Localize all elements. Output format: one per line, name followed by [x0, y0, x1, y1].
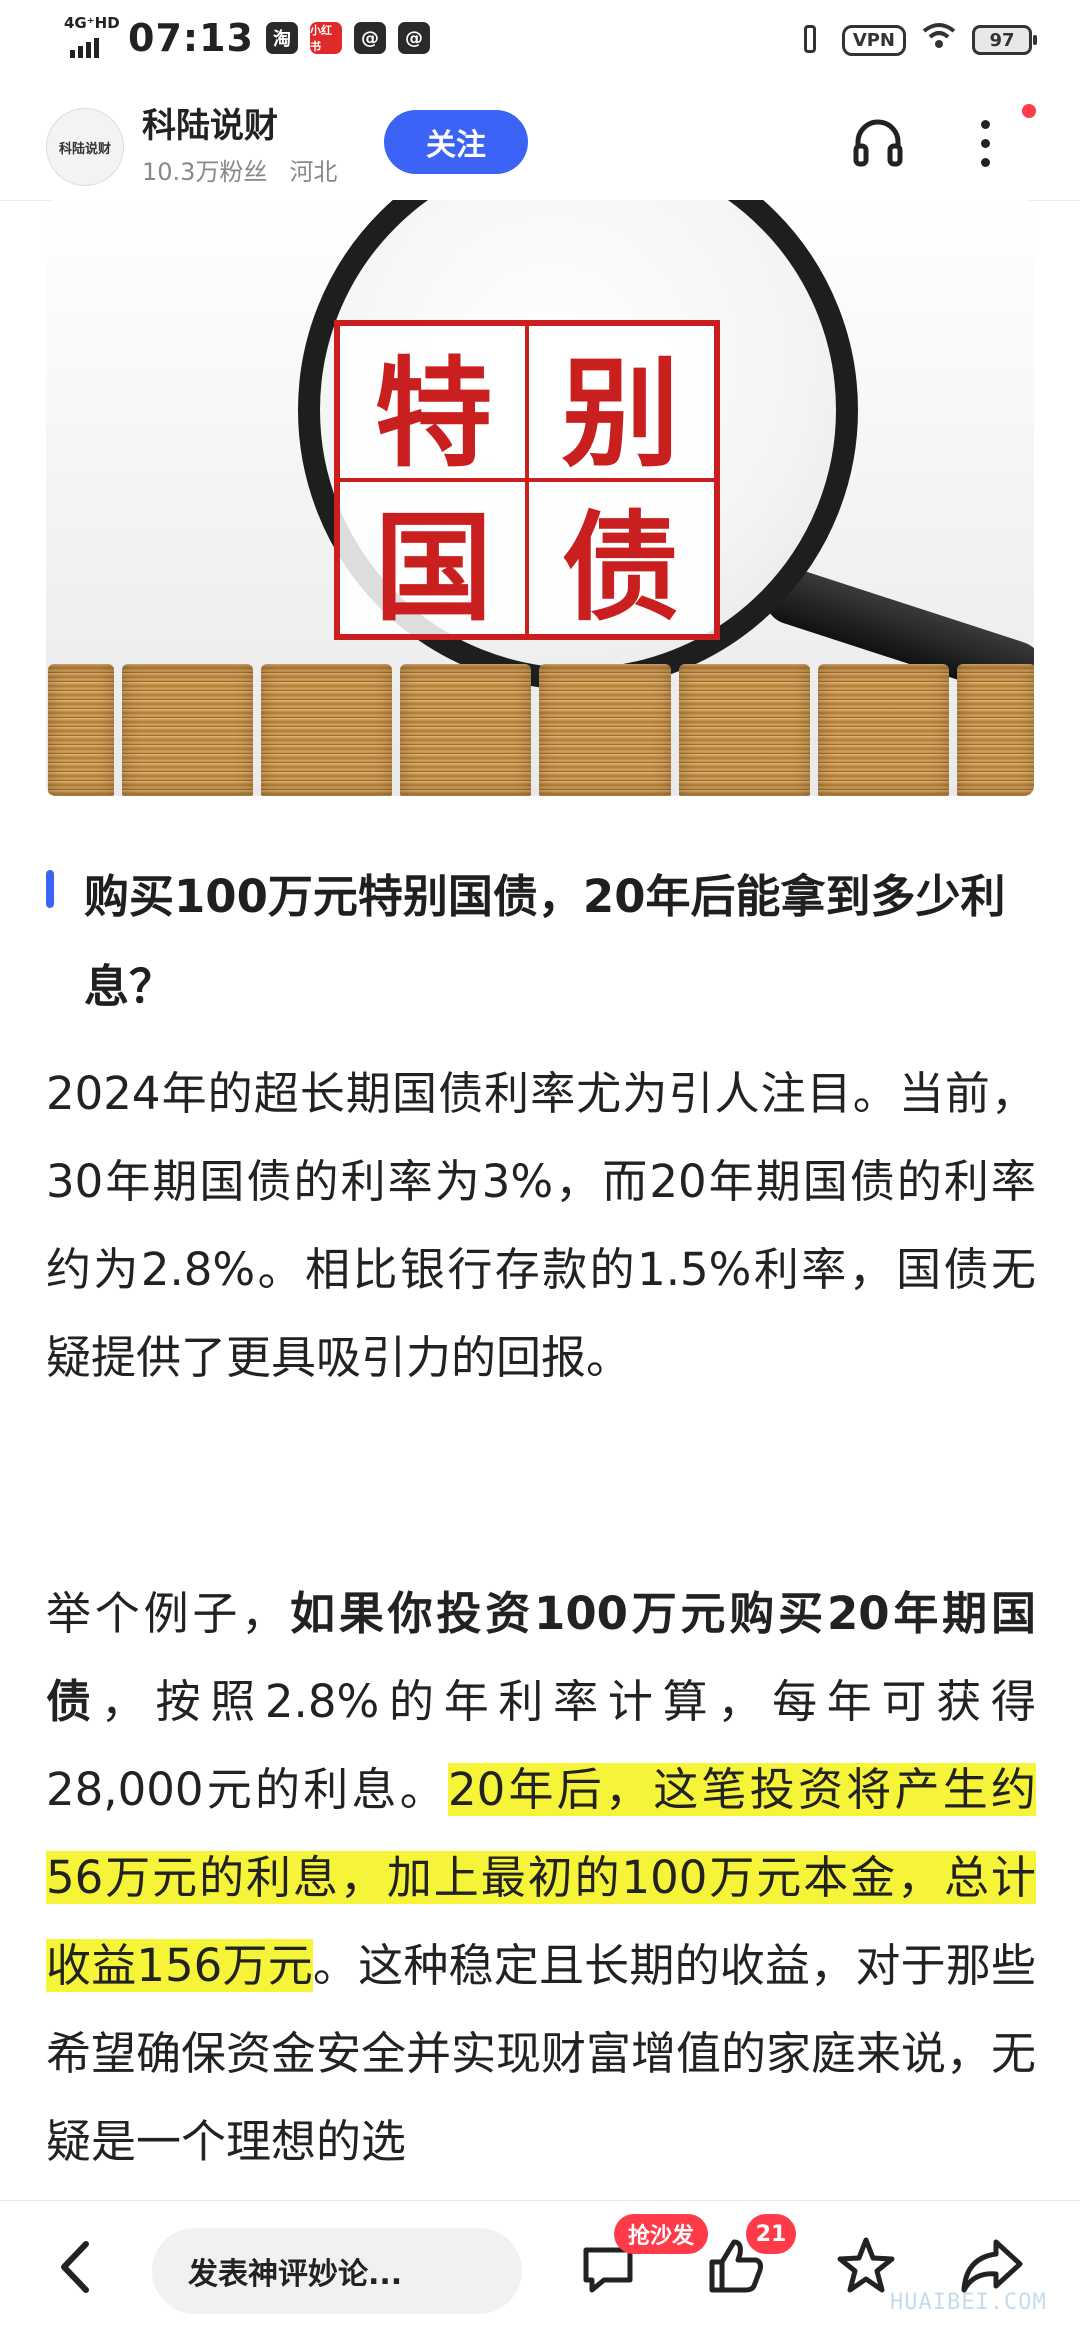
star-icon[interactable]	[834, 2234, 898, 2298]
sign-char: 特	[374, 343, 493, 483]
section-heading: 购买100万元特别国债，20年后能拿到多少利息？	[46, 852, 1036, 1032]
taobao-notification-icon: 淘	[265, 22, 298, 54]
sign-char: 别	[561, 343, 680, 483]
mention-notification-icon-2: @	[397, 22, 430, 54]
article-paragraph: 2024年的超长期国债利率尤为引人注目。当前，30年期国债的利率为3%，而20年…	[46, 1067, 1036, 1384]
watermark: HUAIBEI.COM	[890, 2290, 1047, 2315]
sofa-badge: 抢沙发	[614, 2214, 709, 2254]
avatar[interactable]: 科陆说财	[46, 108, 124, 186]
special-bond-sign: 特 别 国 债	[334, 320, 720, 640]
network-type: 4G⁺HD	[64, 14, 120, 32]
sign-char: 债	[561, 497, 680, 637]
sign-char: 国	[374, 497, 493, 637]
para-intro: 举个例子，	[46, 1587, 291, 1640]
notification-dot	[1022, 104, 1036, 118]
clock: 07:13	[128, 16, 254, 60]
cellular-signal-icon: 4G⁺HD	[64, 14, 120, 60]
more-options-icon[interactable]	[970, 112, 1000, 182]
vpn-indicator: VPN	[841, 24, 906, 56]
like-count-badge: 21	[746, 2214, 796, 2254]
article-hero-image: 特 别 国 债	[46, 200, 1034, 796]
author-location: 河北	[289, 158, 338, 186]
author-name[interactable]: 科陆说财	[142, 98, 278, 147]
wifi-icon	[922, 22, 956, 58]
back-icon[interactable]	[52, 2232, 100, 2302]
share-icon[interactable]	[958, 2234, 1024, 2298]
author-meta: 10.3万粉丝 河北	[142, 152, 337, 187]
follow-button[interactable]: 关注	[384, 110, 528, 174]
section-title: 购买100万元特别国债，20年后能拿到多少利息？	[84, 870, 1006, 1013]
vibrate-icon	[796, 23, 826, 57]
status-bar: 4G⁺HD 07:13 淘 小红书 @ @ VPN 97	[0, 0, 1080, 84]
mention-notification-icon: @	[353, 22, 386, 54]
heading-accent-bar	[46, 870, 54, 908]
xiaohongshu-notification-icon: 小红书	[309, 22, 342, 54]
headphone-icon[interactable]	[848, 112, 908, 172]
article-paragraph-2: 举个例子，如果你投资100万元购买20年期国债，按照2.8%的年利率计算，每年可…	[46, 1570, 1036, 2220]
comment-input[interactable]: 发表神评妙论...	[152, 2228, 522, 2314]
battery-icon: 97	[972, 25, 1037, 55]
follower-count: 10.3万粉丝	[142, 158, 268, 186]
coin-stacks	[46, 656, 1034, 796]
